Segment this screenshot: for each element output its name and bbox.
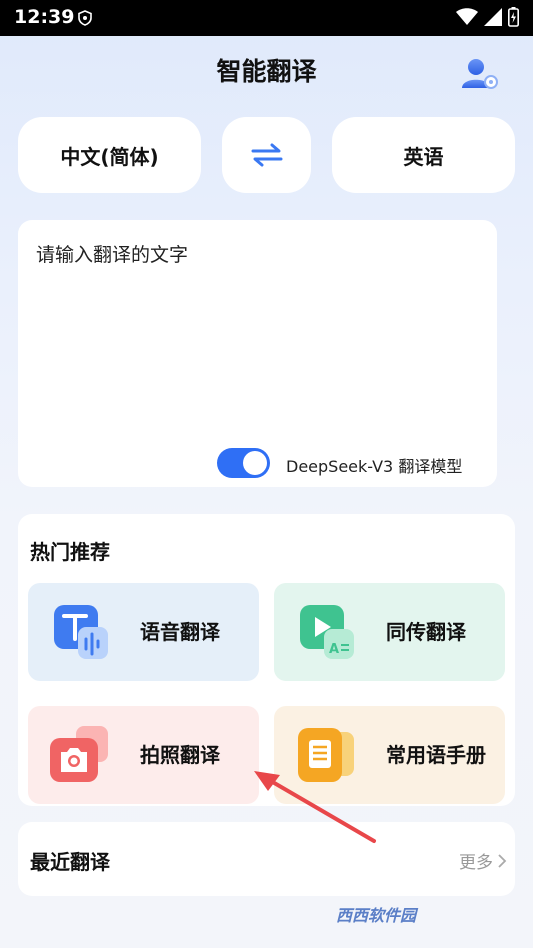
source-language-button[interactable]: 中文(简体) (18, 117, 201, 193)
chevron-right-icon (498, 853, 507, 868)
more-label: 更多 (459, 853, 493, 873)
cellular-signal-icon (484, 8, 502, 26)
swap-arrows-icon (251, 143, 282, 167)
voice-translate-label: 语音翻译 (140, 620, 220, 644)
watermark-text: 西西软件园 (336, 906, 417, 925)
user-settings-icon[interactable] (460, 55, 500, 91)
translation-input-card: DeepSeek-V3 翻译模型 (18, 220, 497, 487)
status-time: 12:39 (14, 6, 75, 28)
target-language-button[interactable]: 英语 (332, 117, 515, 193)
model-label: DeepSeek-V3 翻译模型 (286, 457, 463, 476)
svg-text:A: A (329, 642, 339, 657)
model-toggle[interactable] (217, 448, 270, 478)
voice-translate-tile[interactable]: 语音翻译 (28, 583, 259, 681)
phrasebook-label: 常用语手册 (386, 743, 486, 767)
translation-input[interactable] (36, 240, 476, 420)
annotation-arrow (254, 771, 376, 843)
recommend-section: 热门推荐 语音翻译 A 同传翻译 拍照翻译 常用语手册 (18, 514, 515, 806)
photo-translate-label: 拍照翻译 (140, 743, 220, 767)
status-bar: 12:39 (0, 0, 533, 36)
toggle-knob (243, 451, 267, 475)
video-translate-icon: A (300, 605, 354, 659)
text-voice-icon (54, 605, 108, 659)
watermark-logo: 西西软件园 (336, 902, 416, 926)
battery-charging-icon (508, 7, 519, 27)
camera-icon (50, 726, 108, 782)
recent-title: 最近翻译 (30, 850, 110, 874)
recommend-title: 热门推荐 (30, 540, 110, 564)
simultaneous-translate-label: 同传翻译 (386, 620, 466, 644)
page-title: 智能翻译 (216, 57, 317, 86)
simultaneous-translate-tile[interactable]: A 同传翻译 (274, 583, 505, 681)
shield-icon (78, 10, 92, 26)
photo-translate-tile[interactable]: 拍照翻译 (28, 706, 259, 804)
swap-languages-button[interactable] (222, 117, 311, 193)
more-link[interactable]: 更多 (459, 848, 507, 873)
wifi-icon (456, 8, 478, 25)
